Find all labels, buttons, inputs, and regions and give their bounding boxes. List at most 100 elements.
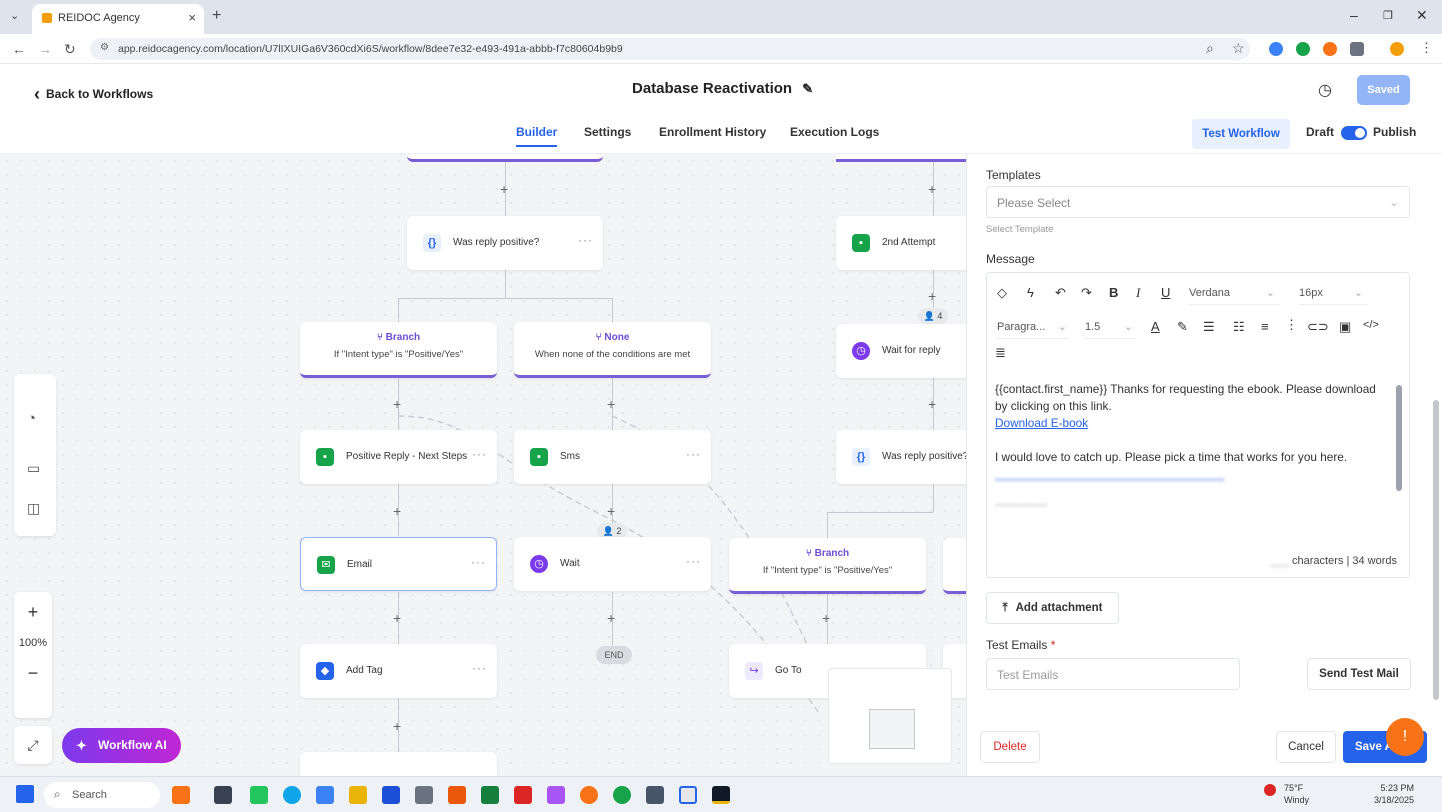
bookmark-star-icon[interactable]: ☆: [1232, 40, 1245, 57]
node-add-tag[interactable]: ◆ Add Tag ···: [300, 644, 497, 698]
app-icon[interactable]: [679, 786, 697, 804]
file-explorer-icon[interactable]: [349, 786, 367, 804]
app-icon[interactable]: [712, 786, 730, 804]
chrome-icon[interactable]: [613, 786, 631, 804]
node-positive-reply[interactable]: ▪ Positive Reply - Next Steps ···: [300, 430, 497, 484]
node-partial-bottom[interactable]: [300, 752, 497, 776]
node-email[interactable]: ✉ Email ···: [300, 537, 497, 591]
cancel-button[interactable]: Cancel: [1276, 731, 1336, 763]
italic-icon[interactable]: I: [1136, 285, 1140, 301]
node-menu-icon[interactable]: ···: [578, 233, 593, 247]
edge-browser-icon[interactable]: [283, 786, 301, 804]
underline-icon[interactable]: U: [1161, 285, 1170, 300]
add-step-plus-icon[interactable]: +: [822, 611, 830, 625]
excel-icon[interactable]: [481, 786, 499, 804]
forward-nav-icon[interactable]: →: [38, 41, 52, 57]
send-test-mail-button[interactable]: Send Test Mail: [1307, 658, 1411, 690]
delete-button[interactable]: Delete: [980, 731, 1040, 763]
history-clock-icon[interactable]: ◷: [1318, 80, 1332, 100]
add-step-plus-icon[interactable]: +: [928, 397, 936, 411]
close-tab-icon[interactable]: ×: [188, 10, 196, 25]
comment-icon[interactable]: ▭: [27, 460, 40, 477]
node-was-reply-positive[interactable]: {} Was reply positive? ···: [407, 216, 603, 270]
extension-icon[interactable]: [1269, 42, 1283, 56]
zoom-icon[interactable]: ⌕: [1206, 40, 1214, 57]
node-menu-icon[interactable]: ···: [472, 447, 487, 461]
templates-select[interactable]: Please Select ⌄: [986, 186, 1410, 218]
extension-icon[interactable]: [1296, 42, 1310, 56]
add-step-plus-icon[interactable]: +: [607, 397, 615, 411]
link-icon[interactable]: ⊂⊃: [1307, 319, 1329, 335]
minimize-icon[interactable]: –: [1350, 7, 1358, 23]
fit-view-icon[interactable]: ⤢: [14, 726, 52, 764]
app-icon[interactable]: [316, 786, 334, 804]
taskbar-search[interactable]: ⌕ Search: [44, 782, 160, 808]
site-info-icon[interactable]: ⚙: [100, 42, 109, 53]
code-icon[interactable]: </>: [1363, 319, 1379, 331]
add-step-plus-icon[interactable]: +: [393, 504, 401, 518]
node-menu-icon[interactable]: ···: [472, 661, 487, 675]
extensions-puzzle-icon[interactable]: [1350, 42, 1364, 56]
app-icon[interactable]: [415, 786, 433, 804]
workflow-ai-button[interactable]: ✦ Workflow AI: [62, 728, 181, 763]
node-branch-positive[interactable]: ⑂ Branch If "Intent type" is "Positive/Y…: [300, 322, 497, 378]
node-branch-none[interactable]: ⑂ None When none of the conditions are m…: [514, 322, 711, 378]
powerpoint-icon[interactable]: [448, 786, 466, 804]
message-body[interactable]: {{contact.first_name}} Thanks for reques…: [995, 381, 1385, 508]
publish-toggle[interactable]: [1341, 126, 1367, 140]
browser-tab[interactable]: REIDOC Agency ×: [32, 4, 204, 34]
maximize-icon[interactable]: ❐: [1383, 9, 1393, 22]
align-icon[interactable]: ≡: [1261, 319, 1269, 334]
canvas-minimap[interactable]: [828, 668, 952, 764]
contacts-counter[interactable]: 👤 4: [918, 308, 948, 324]
undo-icon[interactable]: ↶: [1055, 285, 1066, 301]
add-step-plus-icon[interactable]: +: [928, 289, 936, 303]
new-tab-icon[interactable]: +: [212, 7, 221, 25]
app-icon[interactable]: [214, 786, 232, 804]
slack-icon[interactable]: [547, 786, 565, 804]
editor-scrollbar[interactable]: [1396, 385, 1402, 491]
workflow-canvas[interactable]: + + + + + + + + + + + + 👤 4 👤 2 {} Was r…: [0, 154, 966, 776]
word-icon[interactable]: [382, 786, 400, 804]
back-nav-icon[interactable]: ←: [12, 41, 26, 57]
window-close-icon[interactable]: ✕: [1416, 7, 1428, 24]
panel-scrollbar[interactable]: [1432, 160, 1440, 706]
node-wait-for-reply[interactable]: ◷ Wait for reply: [836, 324, 966, 378]
test-workflow-button[interactable]: Test Workflow: [1192, 119, 1290, 149]
clock[interactable]: 5:23 PM 3/18/2025: [1374, 782, 1414, 806]
redo-icon[interactable]: ↷: [1081, 285, 1092, 301]
paragraph-select[interactable]: Paragra... ⌄: [997, 317, 1069, 339]
app-icon[interactable]: [250, 786, 268, 804]
download-ebook-link[interactable]: Download E-book: [995, 416, 1088, 430]
weather-alert-icon[interactable]: [1264, 784, 1276, 796]
node-sms[interactable]: ▪ Sms ···: [514, 430, 711, 484]
test-emails-input[interactable]: Test Emails: [986, 658, 1240, 690]
scrollbar-thumb[interactable]: [1433, 400, 1439, 700]
minimap-viewport[interactable]: [869, 709, 915, 749]
add-step-plus-icon[interactable]: +: [393, 719, 401, 733]
node-menu-icon[interactable]: ···: [471, 555, 486, 569]
tag-icon[interactable]: ◇: [997, 285, 1007, 301]
add-attachment-button[interactable]: ⤒ Add attachment: [986, 592, 1119, 624]
node-menu-icon[interactable]: ···: [686, 554, 701, 568]
node-branch-positive-2[interactable]: ⑂ Branch If "Intent type" is "Positive/Y…: [729, 538, 926, 594]
tab-settings[interactable]: Settings: [584, 125, 631, 139]
app-icon[interactable]: [646, 786, 664, 804]
back-to-workflows-link[interactable]: ‹ Back to Workflows: [34, 82, 153, 104]
text-color-icon[interactable]: A: [1151, 319, 1160, 334]
lightning-icon[interactable]: ϟ: [1027, 285, 1034, 300]
add-step-plus-icon[interactable]: +: [607, 504, 615, 518]
node-menu-icon[interactable]: ···: [686, 447, 701, 461]
stats-chart-icon[interactable]: ◔: [27, 410, 36, 427]
zoom-out-icon[interactable]: −: [14, 663, 52, 684]
node-was-reply-positive-2[interactable]: {} Was reply positive?: [836, 430, 966, 484]
app-icon[interactable]: [514, 786, 532, 804]
add-step-plus-icon[interactable]: +: [607, 611, 615, 625]
highlight-icon[interactable]: ✎: [1177, 319, 1188, 335]
line-height-select[interactable]: 1.5 ⌄: [1085, 317, 1135, 339]
numbered-list-icon[interactable]: ☷: [1233, 319, 1245, 335]
firefox-icon[interactable]: [580, 786, 598, 804]
tab-enrollment-history[interactable]: Enrollment History: [659, 125, 766, 139]
add-step-plus-icon[interactable]: +: [393, 611, 401, 625]
font-size-select[interactable]: 16px ⌄: [1299, 283, 1367, 305]
